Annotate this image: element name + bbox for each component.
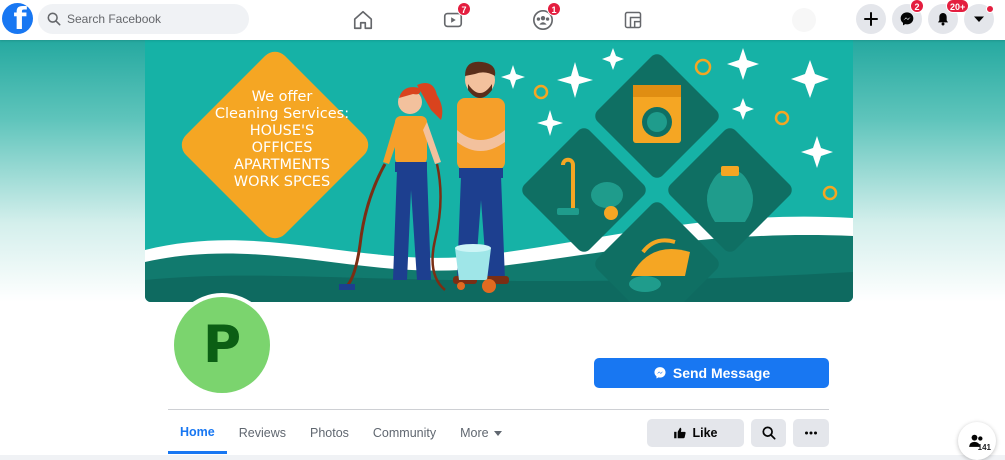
facebook-logo[interactable]: f: [2, 3, 33, 34]
tab-label: Home: [180, 424, 215, 439]
section-divider: [168, 409, 829, 410]
more-icon: [805, 431, 817, 435]
send-message-button[interactable]: Send Message: [594, 358, 829, 388]
create-button[interactable]: [856, 4, 886, 34]
profile-picture[interactable]: P: [170, 293, 274, 397]
groups-badge: 1: [547, 2, 561, 16]
avatar-letter: P: [202, 315, 242, 375]
send-message-label: Send Message: [672, 365, 771, 381]
caret-down-icon: [493, 431, 502, 436]
promo-line: Cleaning Services:: [214, 106, 350, 122]
more-options-button[interactable]: [793, 419, 829, 447]
tab-label: Reviews: [238, 426, 286, 440]
promo-line: OFFICES: [251, 140, 313, 156]
account-alert-dot: [986, 5, 994, 13]
page-tabs: Home Reviews Photos Community More: [168, 412, 515, 456]
top-navigation: f 7 1: [0, 0, 1005, 40]
contacts-chat-button[interactable]: 141: [958, 422, 996, 460]
home-icon: [353, 10, 373, 30]
like-label: Like: [692, 426, 718, 440]
avatar: P: [174, 297, 270, 393]
tab-label: Photos: [309, 426, 349, 440]
messenger-icon: [654, 367, 666, 379]
tab-label: More: [460, 426, 489, 440]
plus-icon: [864, 12, 878, 26]
search-page-button[interactable]: [751, 419, 786, 447]
nav-watch[interactable]: 7: [429, 2, 477, 36]
tab-more[interactable]: More: [448, 412, 514, 454]
chevron-down-icon: [974, 16, 984, 22]
nav-home[interactable]: [339, 4, 387, 36]
search-icon: [47, 12, 61, 26]
tab-photos[interactable]: Photos: [298, 412, 361, 454]
tab-reviews[interactable]: Reviews: [227, 412, 298, 454]
account-menu-button[interactable]: [964, 4, 994, 34]
tab-home[interactable]: Home: [168, 412, 227, 454]
search-box[interactable]: [38, 4, 249, 34]
bottom-strip: [0, 455, 1005, 460]
thumbs-up-icon: [674, 427, 687, 439]
messenger-button[interactable]: 2: [892, 0, 924, 34]
tab-label: Community: [372, 426, 437, 440]
nav-groups[interactable]: 1: [519, 2, 567, 36]
like-button[interactable]: Like: [647, 419, 744, 447]
promo-text: We offer Cleaning Services: HOUSE'S OFFI…: [192, 89, 372, 191]
watch-badge: 7: [457, 2, 471, 16]
tab-community[interactable]: Community: [361, 412, 448, 454]
promo-line: HOUSE'S: [249, 123, 315, 139]
gaming-icon: [624, 11, 642, 29]
bell-icon: [938, 13, 948, 26]
promo-line: WORK SPCES: [233, 174, 331, 190]
account-avatar[interactable]: [792, 8, 816, 32]
messenger-badge: 2: [910, 0, 924, 13]
messenger-icon: [900, 12, 914, 26]
notifications-button[interactable]: 20+: [928, 0, 970, 34]
search-icon: [761, 426, 776, 440]
promo-line: We offer: [251, 89, 313, 105]
nav-gaming[interactable]: [609, 4, 657, 36]
promo-line: APARTMENTS: [233, 157, 331, 173]
search-input[interactable]: [67, 12, 237, 26]
facebook-logo-letter: f: [13, 3, 27, 35]
contacts-count: 141: [977, 443, 991, 452]
